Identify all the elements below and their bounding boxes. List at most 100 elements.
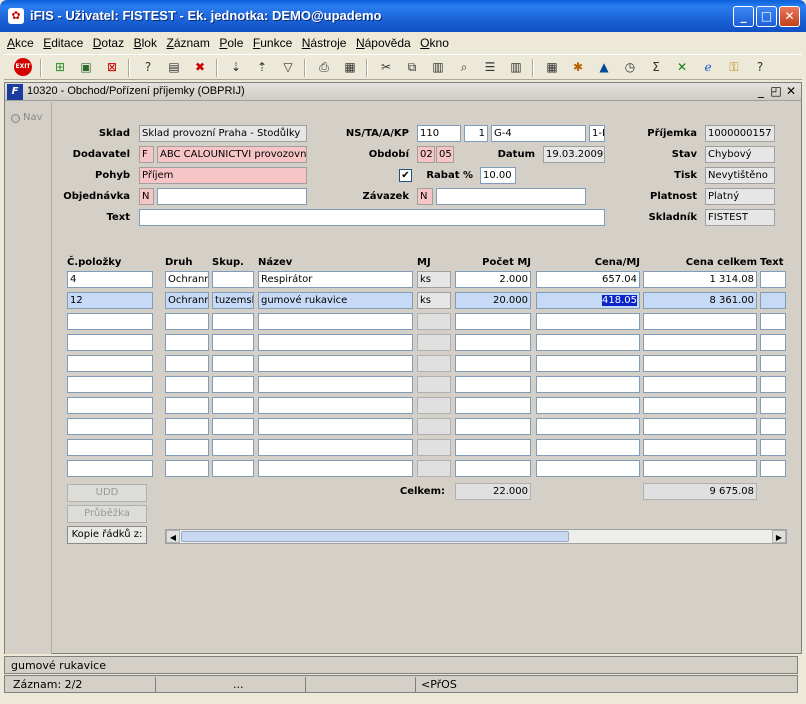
cell-mj[interactable] — [417, 439, 451, 456]
kp-field[interactable]: 1-I — [589, 125, 605, 142]
menu-pole[interactable]: Pole — [216, 33, 246, 53]
sort-desc-icon[interactable]: ⇡ — [252, 58, 272, 77]
cell-mj[interactable] — [417, 355, 451, 372]
cell-druh[interactable]: Ochranr — [165, 292, 209, 309]
cell-mj[interactable] — [417, 418, 451, 435]
cell-druh[interactable]: Ochranr — [165, 271, 209, 288]
save-icon[interactable]: ▣ — [76, 58, 96, 77]
cell-skup[interactable] — [212, 460, 254, 477]
cell-cena[interactable]: 418.05 — [536, 292, 640, 309]
dodavatel-field[interactable]: ABC CALOUNICTVI provozovn — [157, 146, 307, 163]
cell-nazev[interactable] — [258, 334, 413, 351]
list-icon[interactable]: ☰ — [480, 58, 500, 77]
cell-pocet[interactable] — [455, 418, 531, 435]
cell-cena[interactable] — [536, 355, 640, 372]
menu-blok[interactable]: Blok — [131, 33, 160, 53]
cell-nazev[interactable] — [258, 418, 413, 435]
cell-text[interactable] — [760, 418, 786, 435]
cell-pocet[interactable] — [455, 355, 531, 372]
help-key-icon[interactable]: ⚿ — [724, 58, 744, 77]
cut-icon[interactable]: ✂ — [376, 58, 396, 77]
clock-icon[interactable]: ◷ — [620, 58, 640, 77]
cell-mj[interactable] — [417, 334, 451, 351]
nav-radio-icon[interactable] — [11, 114, 20, 123]
cell-druh[interactable] — [165, 334, 209, 351]
cancel-query-icon[interactable]: ✖ — [190, 58, 210, 77]
calculator-icon[interactable]: ▦ — [542, 58, 562, 77]
menu-napoveda[interactable]: Nápověda — [353, 33, 414, 53]
cell-cena[interactable] — [536, 397, 640, 414]
cell-cena[interactable] — [536, 376, 640, 393]
scroll-left-icon[interactable]: ◀ — [166, 530, 180, 543]
cell-druh[interactable] — [165, 355, 209, 372]
cell-skup[interactable] — [212, 334, 254, 351]
close-icon[interactable]: ✕ — [779, 6, 800, 27]
exit-button[interactable]: EXIT — [14, 58, 32, 76]
cell-pocet[interactable] — [455, 334, 531, 351]
columns-icon[interactable]: ▥ — [506, 58, 526, 77]
cell-mj[interactable] — [417, 397, 451, 414]
cell-cpol[interactable] — [67, 334, 153, 351]
print-preview-icon[interactable]: ▦ — [340, 58, 360, 77]
cell-text[interactable] — [760, 460, 786, 477]
cell-cpol[interactable]: 4 — [67, 271, 153, 288]
cell-text[interactable] — [760, 292, 786, 309]
cell-skup[interactable] — [212, 271, 254, 288]
cell-celkem[interactable]: 8 361.00 — [643, 292, 757, 309]
filter-icon[interactable]: ▽ — [278, 58, 298, 77]
scroll-thumb[interactable] — [181, 531, 569, 542]
cell-celkem[interactable] — [643, 460, 757, 477]
cell-mj[interactable] — [417, 376, 451, 393]
cell-nazev[interactable] — [258, 460, 413, 477]
rabat-field[interactable]: 10.00 — [480, 167, 516, 184]
cell-druh[interactable] — [165, 460, 209, 477]
cell-text[interactable] — [760, 271, 786, 288]
cell-pocet[interactable] — [455, 439, 531, 456]
text-field[interactable] — [139, 209, 605, 226]
cell-skup[interactable] — [212, 439, 254, 456]
menu-nastroje[interactable]: Nástroje — [299, 33, 350, 53]
prijemka-field[interactable]: 1000000157 — [705, 125, 775, 142]
cell-text[interactable] — [760, 376, 786, 393]
cell-cpol[interactable] — [67, 418, 153, 435]
zavazek-code-field[interactable]: N — [417, 188, 433, 205]
cell-pocet[interactable] — [455, 397, 531, 414]
maximize-icon[interactable]: □ — [756, 6, 777, 27]
dodavatel-code-field[interactable]: F — [139, 146, 154, 163]
cell-cpol[interactable] — [67, 355, 153, 372]
cell-skup[interactable] — [212, 355, 254, 372]
cell-celkem[interactable] — [643, 439, 757, 456]
excel-icon[interactable]: ✕ — [672, 58, 692, 77]
find-icon[interactable]: ⌕ — [454, 58, 474, 77]
minimize-icon[interactable]: _ — [733, 6, 754, 27]
sort-asc-icon[interactable]: ⇣ — [226, 58, 246, 77]
ns-field[interactable]: 110 — [417, 125, 461, 142]
cell-cena[interactable] — [536, 334, 640, 351]
cell-celkem[interactable] — [643, 355, 757, 372]
obdobi-month-field[interactable]: 02 — [417, 146, 435, 163]
cell-cpol[interactable] — [67, 397, 153, 414]
cell-pocet[interactable] — [455, 376, 531, 393]
cell-cpol[interactable] — [67, 439, 153, 456]
cell-skup[interactable] — [212, 397, 254, 414]
udd-button[interactable]: UDD — [67, 484, 147, 502]
menu-dotaz[interactable]: Dotaz — [90, 33, 127, 53]
cell-nazev[interactable] — [258, 397, 413, 414]
print-icon[interactable]: ⎙ — [314, 58, 334, 77]
menu-okno[interactable]: Okno — [417, 33, 452, 53]
cell-celkem[interactable] — [643, 418, 757, 435]
tisk-field[interactable]: Nevytištěno — [705, 167, 775, 184]
cell-nazev[interactable]: Respirátor — [258, 271, 413, 288]
sklad-field[interactable]: Sklad provozní Praha - Stodůlky — [139, 125, 307, 142]
cell-mj[interactable] — [417, 313, 451, 330]
zavazek-field[interactable] — [436, 188, 586, 205]
cell-cena[interactable] — [536, 313, 640, 330]
kopie-radku-button[interactable]: Kopie řádků z: — [67, 526, 147, 544]
a-field[interactable]: G-4 — [491, 125, 586, 142]
cell-text[interactable] — [760, 334, 786, 351]
cell-pocet[interactable]: 20.000 — [455, 292, 531, 309]
cell-skup[interactable] — [212, 313, 254, 330]
menu-editace[interactable]: Editace — [40, 33, 86, 53]
horizontal-scrollbar[interactable]: ◀ ▶ — [165, 529, 787, 544]
cell-cpol[interactable]: 12 — [67, 292, 153, 309]
